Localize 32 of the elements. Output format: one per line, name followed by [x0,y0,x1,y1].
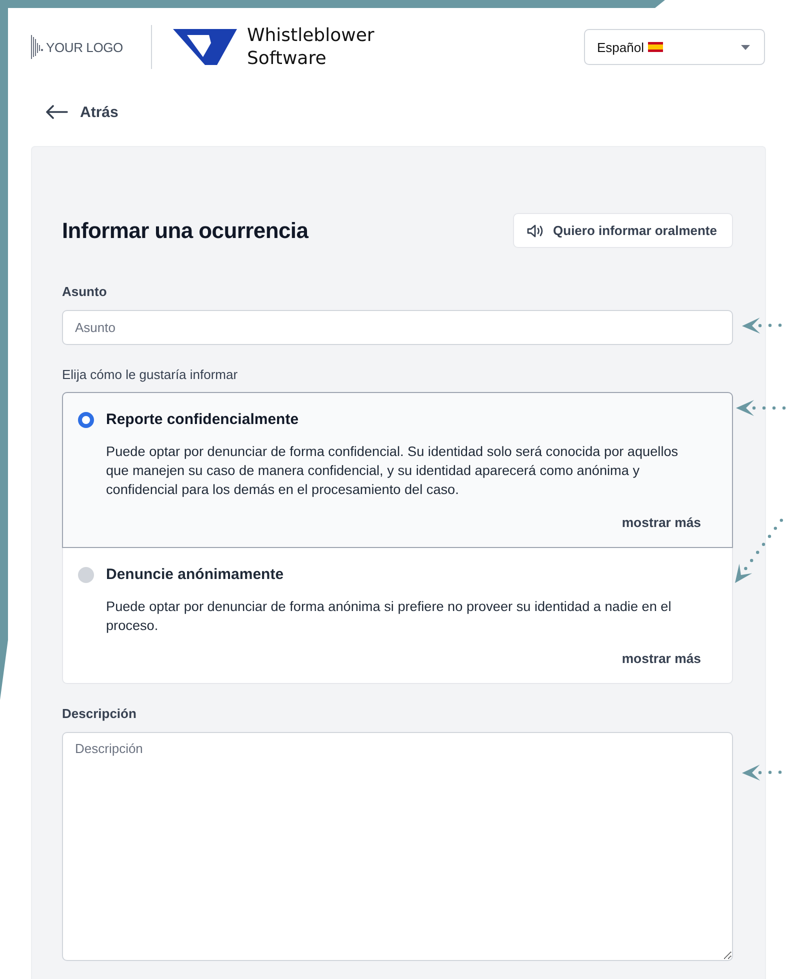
pointer-arrow [736,400,786,416]
logo-icon [31,35,43,59]
caret-icon [741,44,750,50]
option-description: Puede optar por denunciar de forma anónima si prefiere no proveer su identidad a nadie en el proceso. [106,598,672,635]
subject-field[interactable]: Asunto [62,310,733,345]
pointer-arrow [735,518,783,583]
radio-button[interactable] [78,567,94,583]
flag-icon [648,42,663,52]
pointer-arrow [742,764,782,781]
arrow-left-icon [45,105,68,119]
brand-name: Whistleblower [246,24,374,47]
reporting-option[interactable] [62,392,733,548]
option-title: Denuncie anónimamente [106,566,285,583]
pointer-arrow [742,318,782,334]
field-label: Descripción [62,706,138,721]
field-label: Elija cómo le gustaría informar [62,367,239,382]
form-title: Informar una ocurrencia [62,218,308,244]
brand-logo-icon [172,27,239,67]
show-more-link[interactable]: mostrar más [622,651,701,666]
language-select[interactable]: Español [584,29,765,65]
description-field[interactable]: Descripción [62,732,733,961]
option-title: Reporte confidencialmente [106,411,300,428]
field-label: Asunto [62,284,108,299]
back-link[interactable]: Atrás [45,102,118,122]
speaker-icon [527,224,546,238]
show-more-link[interactable]: mostrar más [622,515,701,530]
option-description: Puede optar por denunciar de forma confidencial. Su identidad solo será conocida por aquellos que manejen su caso de manera confidencial, y su identidad aparecerá como anónima y confidencial para los demás en el procesamiento del caso. [106,443,680,499]
brand-name: Software [246,47,328,70]
oral-report-button[interactable]: Quiero informar oralmente [513,213,733,248]
client-logo-text: YOUR LOGO [46,40,123,54]
reporting-option[interactable]: Denuncie anónimamente Puede optar por denunciar de forma anónima si prefiere no proveer su identidad a nadie en el proceso. mostrar más [62,548,733,684]
radio-button[interactable] [78,412,94,428]
